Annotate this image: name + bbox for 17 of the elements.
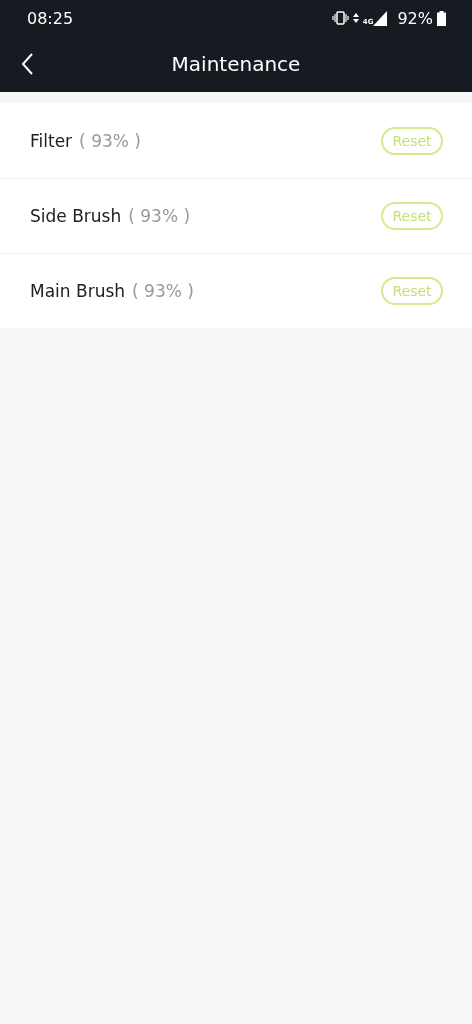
part-percent: ( 93% ) <box>128 206 191 226</box>
part-name: Main Brush <box>30 281 126 301</box>
clock-time: 08:25 <box>27 8 74 28</box>
part-name: Filter <box>30 130 73 151</box>
reset-button[interactable]: Reset <box>381 277 443 305</box>
data-arrows-icon <box>352 12 359 24</box>
battery-icon <box>437 10 446 26</box>
reset-button[interactable]: Reset <box>381 126 443 155</box>
battery-percent: 92% <box>397 8 433 28</box>
part-percent: ( 93% ) <box>132 281 194 301</box>
back-button[interactable] <box>20 52 36 76</box>
part-percent: ( 93% ) <box>79 130 141 151</box>
reset-button[interactable]: Reset <box>381 202 443 230</box>
part-name: Side Brush <box>30 206 122 226</box>
vibrate-icon <box>331 11 349 25</box>
signal-icon <box>373 10 388 26</box>
page-title: Maintenance <box>171 52 301 76</box>
